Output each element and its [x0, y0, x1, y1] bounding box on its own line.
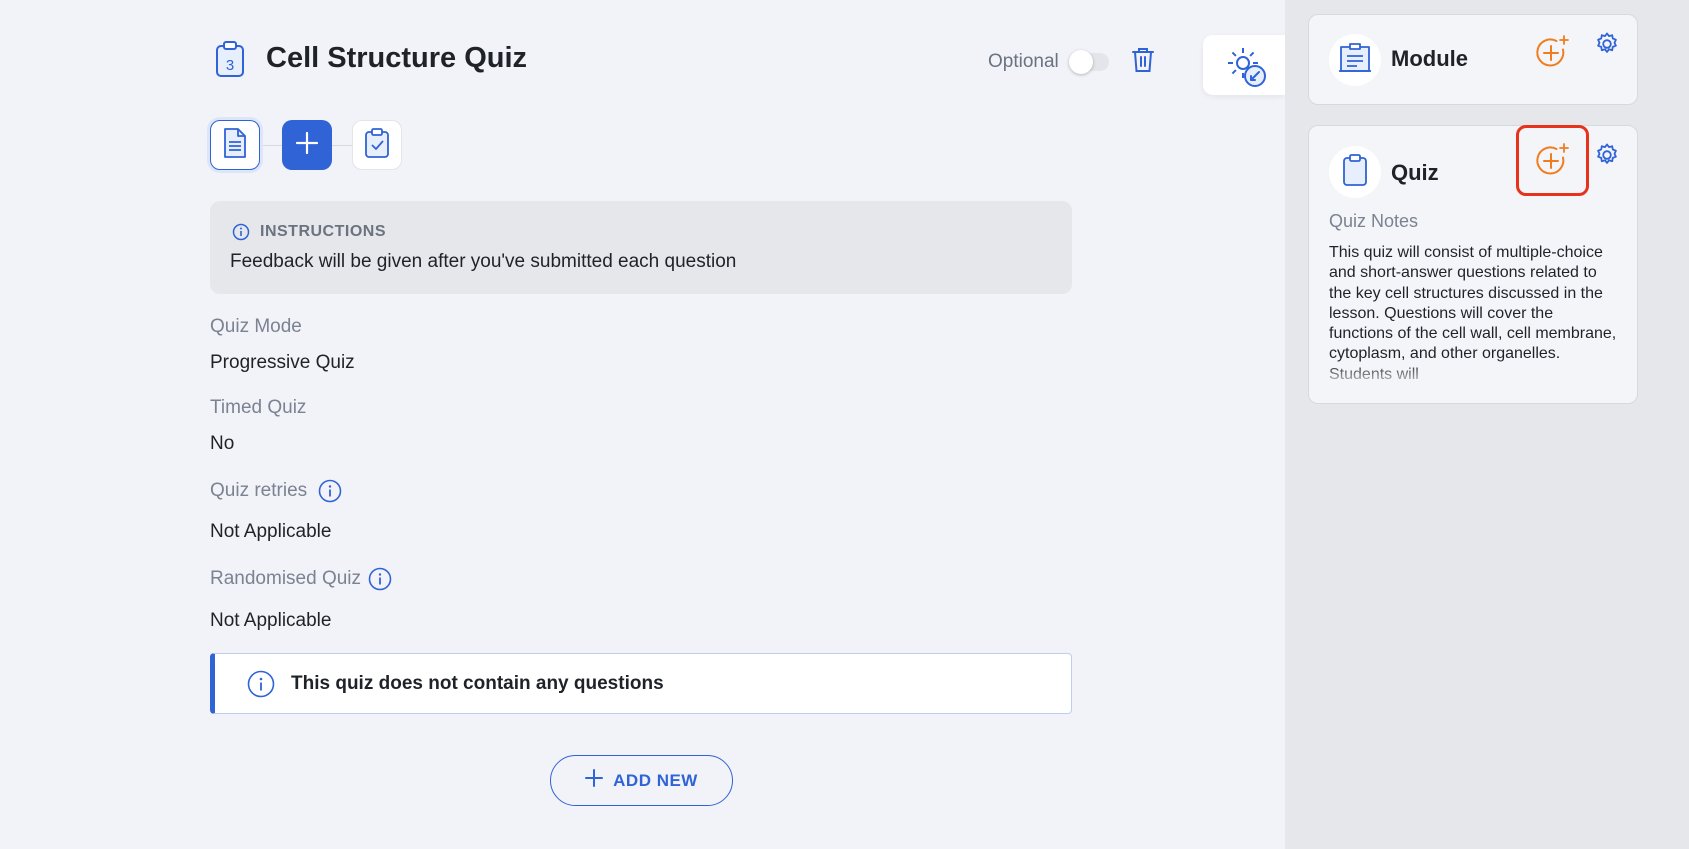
quiz-card[interactable]: Quiz Quiz Notes This quiz will consist o…: [1308, 125, 1638, 404]
plus-icon: [295, 131, 319, 160]
ai-add-icon[interactable]: [1516, 125, 1589, 196]
page-title: Cell Structure Quiz: [266, 42, 528, 74]
quiz-retries-label: Quiz retries: [210, 480, 308, 501]
plus-icon: [585, 769, 604, 792]
quiz-title: Quiz: [1391, 160, 1439, 185]
quiz-mode-value: Progressive Quiz: [210, 352, 355, 373]
timed-quiz-label: Timed Quiz: [210, 397, 307, 418]
quiz-retries-value: Not Applicable: [210, 521, 332, 542]
info-icon: [247, 670, 275, 703]
main-content: 3 Cell Structure Quiz Optional INSTRUCTI…: [0, 0, 1285, 849]
document-icon: [222, 127, 248, 164]
step-connector: [332, 145, 352, 146]
module-avatar: [1329, 34, 1381, 86]
quiz-notes-label: Quiz Notes: [1329, 211, 1419, 231]
trash-icon[interactable]: [1130, 46, 1156, 74]
randomised-quiz-value: Not Applicable: [210, 610, 332, 631]
clipboard-icon: [1341, 153, 1369, 192]
gear-icon[interactable]: [1594, 142, 1620, 173]
info-icon[interactable]: [318, 479, 342, 508]
toggle-knob: [1069, 50, 1093, 74]
info-icon[interactable]: [368, 567, 392, 596]
quiz-avatar: [1329, 146, 1381, 198]
step-add-button[interactable]: [282, 120, 332, 170]
no-questions-notice: This quiz does not contain any questions: [210, 653, 1072, 714]
instructions-title: INSTRUCTIONS: [260, 223, 386, 240]
svg-text:3: 3: [226, 57, 234, 74]
optional-toggle[interactable]: [1069, 50, 1109, 74]
step-document-button[interactable]: [210, 120, 260, 170]
add-new-button[interactable]: ADD NEW: [550, 755, 733, 806]
info-icon: [232, 223, 250, 246]
step-quiz-button[interactable]: [352, 120, 402, 170]
module-icon: [1337, 41, 1373, 80]
clipboard-number-icon: 3: [214, 40, 246, 78]
gear-icon[interactable]: [1594, 31, 1620, 62]
module-card[interactable]: Module: [1308, 14, 1638, 105]
clipboard-check-icon: [364, 127, 390, 164]
randomised-quiz-label: Randomised Quiz: [210, 568, 362, 589]
notes-fade: [1329, 363, 1629, 387]
module-title: Module: [1391, 46, 1468, 71]
notice-text: This quiz does not contain any questions: [291, 673, 664, 694]
quiz-notes-text: This quiz will consist of multiple-choic…: [1329, 244, 1617, 383]
quiz-mode-label: Quiz Mode: [210, 316, 302, 337]
settings-collapse-button[interactable]: [1203, 35, 1285, 95]
timed-quiz-value: No: [210, 433, 235, 454]
instructions-text: Feedback will be given after you've subm…: [230, 251, 737, 272]
step-connector: [260, 145, 282, 146]
optional-label: Optional: [988, 51, 1059, 72]
instructions-box: INSTRUCTIONS Feedback will be given afte…: [210, 201, 1072, 294]
add-new-label: ADD NEW: [613, 770, 698, 790]
ai-add-icon[interactable]: [1533, 33, 1573, 73]
